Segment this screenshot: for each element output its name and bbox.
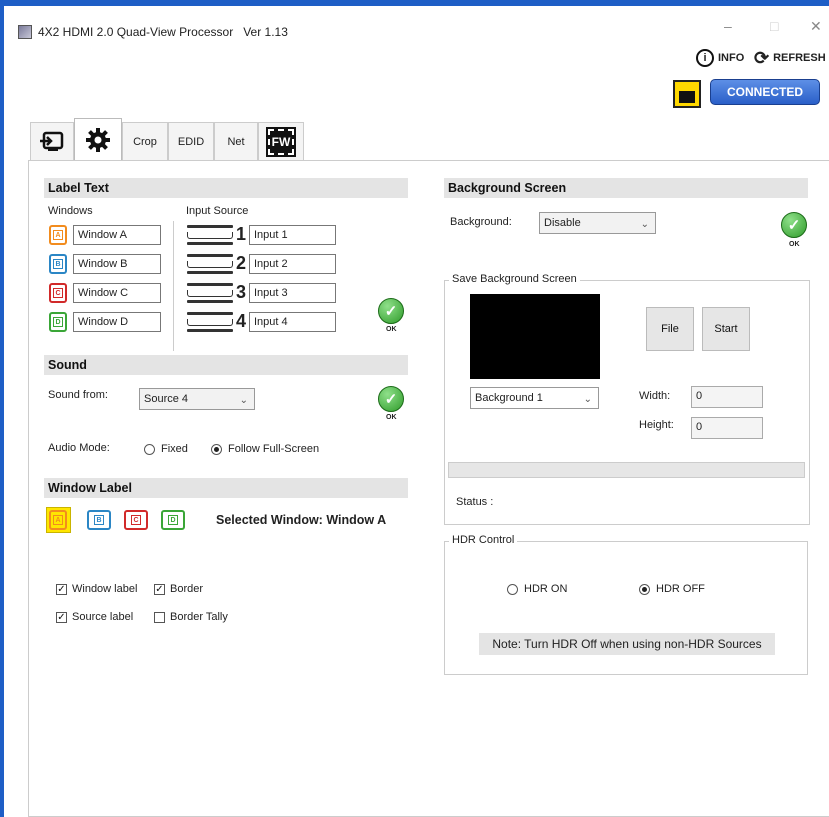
- input-3-label-field[interactable]: Input 3: [249, 283, 336, 303]
- firmware-chip-icon: FW: [266, 126, 296, 157]
- chevron-down-icon: ⌄: [583, 394, 592, 405]
- background-preview: [470, 294, 600, 379]
- network-port-icon: [673, 80, 701, 108]
- width-label: Width:: [639, 390, 671, 402]
- hdr-off-radio[interactable]: HDR OFF: [639, 583, 705, 595]
- chevron-down-icon: ⌄: [640, 219, 649, 230]
- window-label-checkbox[interactable]: ✓ Window label: [56, 583, 137, 595]
- status-label: Status :: [456, 496, 494, 508]
- source-label-checkbox[interactable]: ✓ Source label: [56, 611, 133, 623]
- input-number: 2: [236, 253, 247, 273]
- window-b-icon: B: [49, 254, 67, 274]
- height-field[interactable]: 0: [691, 417, 763, 439]
- input-number: 1: [236, 224, 247, 244]
- window-title: 4X2 HDMI 2.0 Quad-View Processor: [38, 25, 234, 39]
- selected-window-text: Selected Window: Window A: [216, 513, 387, 527]
- file-button[interactable]: File: [646, 307, 694, 351]
- info-label: INFO: [718, 52, 745, 64]
- input-4-label-field[interactable]: Input 4: [249, 312, 336, 332]
- input-number: 4: [236, 311, 247, 331]
- background-select[interactable]: Disable ⌄: [539, 212, 656, 234]
- window-a-select-button[interactable]: A: [49, 510, 67, 530]
- height-label: Height:: [639, 419, 674, 431]
- title-bar: 4X2 HDMI 2.0 Quad-View Processor Ver 1.1…: [18, 18, 288, 46]
- label-text-header: Label Text: [44, 178, 408, 198]
- info-icon: i: [696, 49, 714, 67]
- sound-source-value: Source 4: [144, 393, 189, 405]
- ok-label: OK: [789, 241, 800, 248]
- hdmi-icon: [187, 312, 233, 332]
- background-value: Disable: [544, 217, 581, 229]
- refresh-button[interactable]: ⟳ REFRESH: [754, 49, 826, 67]
- hdr-control-title: HDR Control: [449, 534, 518, 546]
- tab-bar: Crop EDID Net FW: [30, 118, 304, 160]
- window-a-label-field[interactable]: Window A: [73, 225, 161, 245]
- window-d-icon: D: [49, 312, 67, 332]
- close-button[interactable]: ✕: [810, 18, 822, 35]
- hdmi-icon: [187, 283, 233, 303]
- window-d-label-field[interactable]: Window D: [73, 312, 161, 332]
- background-label: Background:: [450, 216, 512, 228]
- tab-input[interactable]: [30, 122, 74, 160]
- save-progress-bar: [448, 462, 805, 478]
- window-a-icon: A: [49, 225, 67, 245]
- window-d-select-button[interactable]: D: [161, 510, 185, 530]
- tab-settings[interactable]: [74, 118, 122, 160]
- save-background-title: Save Background Screen: [449, 273, 580, 285]
- hdr-note: Note: Turn HDR Off when using non-HDR So…: [479, 633, 775, 655]
- tab-edid[interactable]: EDID: [168, 122, 214, 160]
- border-checkbox[interactable]: ✓ Border: [154, 583, 203, 595]
- window-b-select-button[interactable]: B: [87, 510, 111, 530]
- info-button[interactable]: i INFO: [696, 49, 744, 67]
- app-icon: [18, 25, 32, 39]
- background-slot-value: Background 1: [475, 392, 543, 404]
- background-ok-button[interactable]: ✓: [781, 212, 807, 238]
- ok-label: OK: [386, 414, 397, 421]
- ok-label: OK: [386, 326, 397, 333]
- hdmi-icon: [187, 254, 233, 274]
- tab-crop[interactable]: Crop: [122, 122, 168, 160]
- window-c-select-button[interactable]: C: [124, 510, 148, 530]
- settings-panel: Label Text Windows Input Source A Window…: [28, 160, 829, 817]
- audio-mode-fixed-radio[interactable]: Fixed: [144, 443, 188, 455]
- sound-ok-button[interactable]: ✓: [378, 386, 404, 412]
- chevron-down-icon: ⌄: [239, 395, 248, 406]
- windows-header: Windows: [48, 205, 93, 217]
- refresh-label: REFRESH: [773, 52, 826, 64]
- input-icon: [40, 131, 64, 151]
- background-slot-select[interactable]: Background 1 ⌄: [470, 387, 599, 409]
- app-window: 4X2 HDMI 2.0 Quad-View Processor Ver 1.1…: [0, 0, 829, 817]
- tab-net[interactable]: Net: [214, 122, 258, 160]
- input-1-label-field[interactable]: Input 1: [249, 225, 336, 245]
- connected-button[interactable]: CONNECTED: [710, 79, 820, 105]
- sound-header: Sound: [44, 355, 408, 375]
- input-number: 3: [236, 282, 247, 302]
- input-source-header: Input Source: [186, 205, 249, 217]
- window-c-label-field[interactable]: Window C: [73, 283, 161, 303]
- version-label: Ver 1.13: [243, 25, 288, 39]
- border-tally-checkbox[interactable]: Border Tally: [154, 611, 228, 623]
- audio-mode-label: Audio Mode:: [48, 442, 110, 454]
- label-text-ok-button[interactable]: ✓: [378, 298, 404, 324]
- start-button[interactable]: Start: [702, 307, 750, 351]
- refresh-icon: ⟳: [754, 48, 770, 68]
- audio-mode-follow-radio[interactable]: Follow Full-Screen: [211, 443, 319, 455]
- tab-firmware[interactable]: FW: [258, 122, 304, 160]
- window-b-label-field[interactable]: Window B: [73, 254, 161, 274]
- sound-source-select[interactable]: Source 4 ⌄: [139, 388, 255, 410]
- sound-from-label: Sound from:: [48, 389, 108, 401]
- column-divider: [173, 221, 174, 351]
- input-2-label-field[interactable]: Input 2: [249, 254, 336, 274]
- window-c-icon: C: [49, 283, 67, 303]
- hdmi-icon: [187, 225, 233, 245]
- background-screen-header: Background Screen: [444, 178, 808, 198]
- hdr-on-radio[interactable]: HDR ON: [507, 583, 567, 595]
- minimize-button[interactable]: –: [724, 18, 732, 34]
- gear-icon: [86, 127, 110, 152]
- maximize-button[interactable]: □: [770, 18, 778, 34]
- window-label-header: Window Label: [44, 478, 408, 498]
- width-field[interactable]: 0: [691, 386, 763, 408]
